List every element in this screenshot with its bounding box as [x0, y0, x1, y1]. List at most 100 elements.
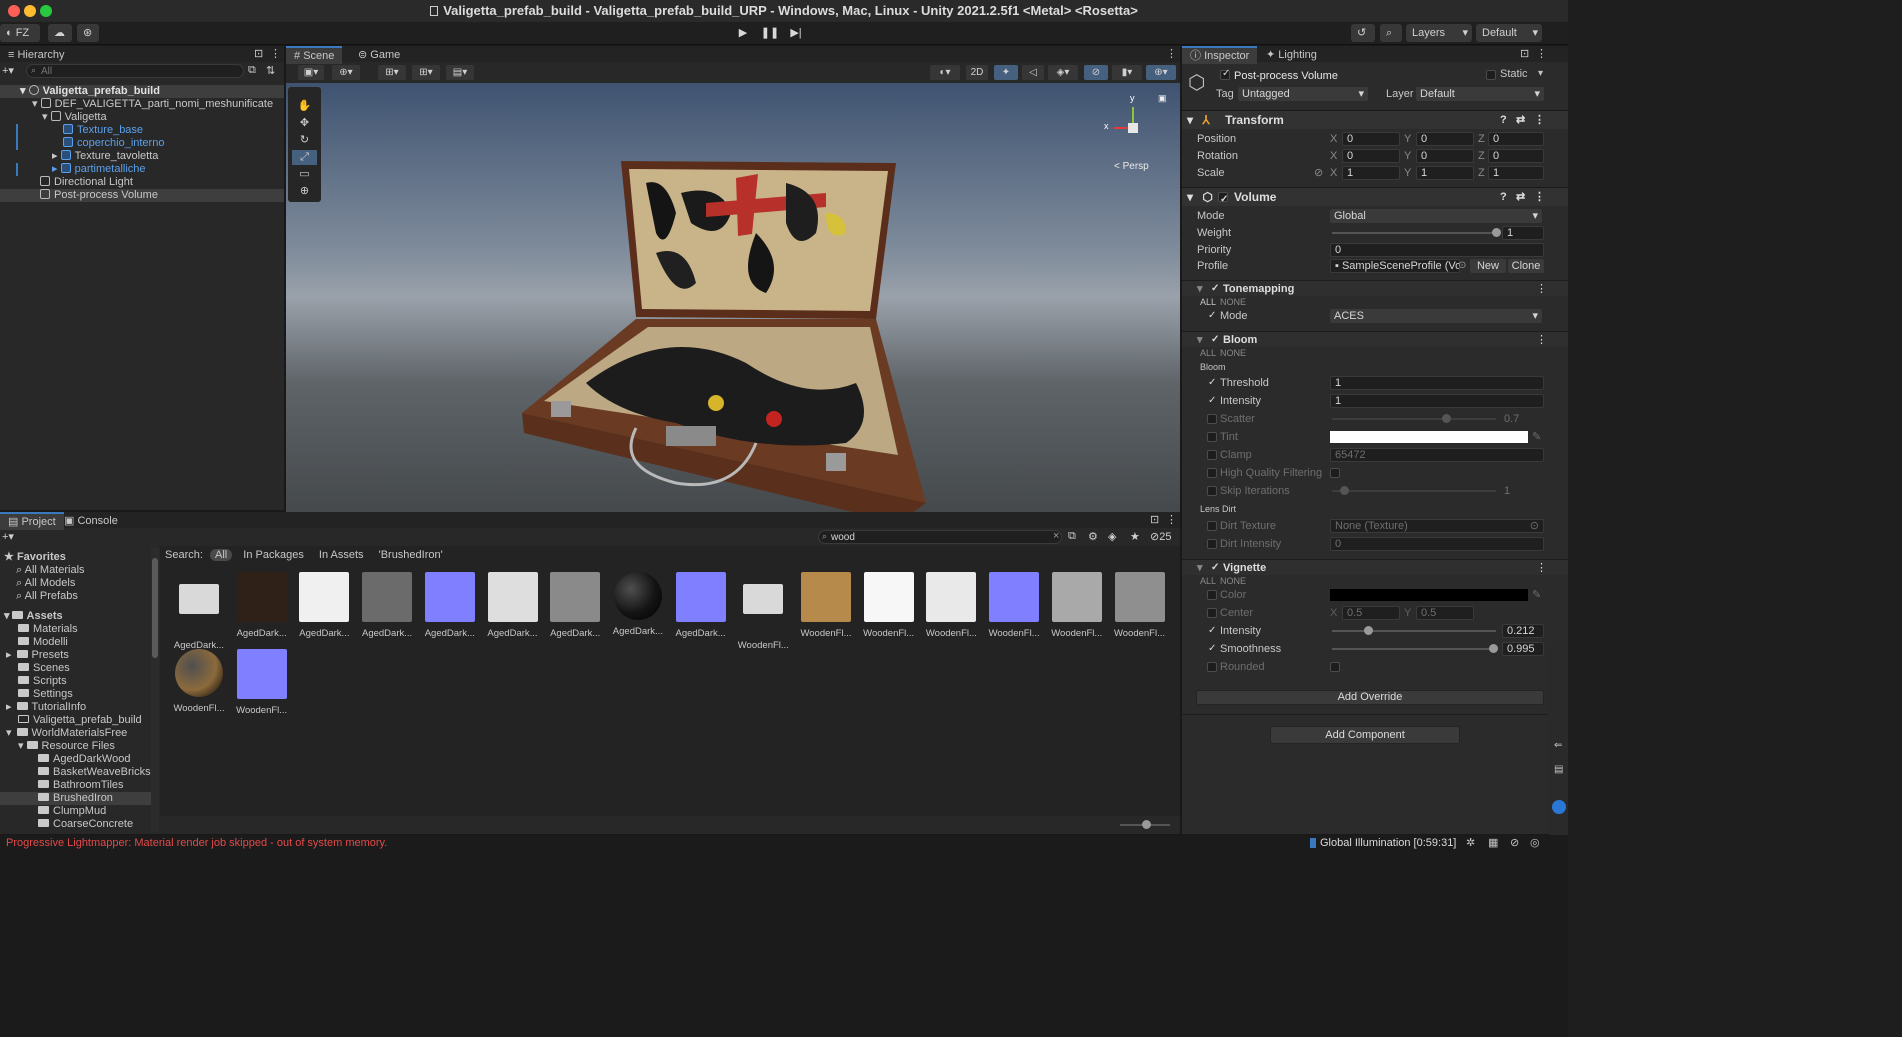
add-override-button[interactable]: Add Override [1196, 690, 1544, 705]
help-icon[interactable]: ? [1500, 188, 1507, 207]
hierarchy-item[interactable]: ▾ DEF_VALIGETTA_parti_nomi_meshunificate [0, 98, 284, 111]
scene-visibility-icon[interactable]: ⧉ [248, 64, 256, 77]
filter-label-icon[interactable]: ◈ [1108, 530, 1116, 543]
x-field[interactable]: 0 [1342, 132, 1400, 146]
select-none-button[interactable]: NONE [1220, 576, 1246, 586]
hierarchy-item[interactable]: Directional Light [0, 176, 284, 189]
tab-console[interactable]: ▣ Console [56, 512, 126, 530]
scene-viewport[interactable]: y x < Persp ▣ [286, 83, 1180, 512]
collab-button[interactable]: ⊛ [77, 24, 99, 42]
kebab-menu-icon[interactable]: ⋮ [1534, 188, 1545, 207]
hierarchy-search-input[interactable] [26, 64, 244, 78]
hierarchy-item[interactable]: ▾ Valigetta [0, 111, 284, 124]
override-checkbox[interactable] [1207, 432, 1217, 442]
step-button[interactable]: ▶| [785, 26, 807, 41]
override-checkbox[interactable] [1207, 662, 1217, 672]
kebab-menu-icon[interactable]: ⋮ [1166, 513, 1177, 526]
folder-item[interactable]: Modelli [0, 636, 152, 649]
override-checkbox[interactable] [1207, 468, 1217, 478]
kebab-menu-icon[interactable]: ⋮ [1166, 47, 1177, 60]
pivot-dropdown[interactable]: ⊕▾ [332, 65, 360, 80]
asset-item[interactable]: AgedDark... [423, 572, 477, 639]
static-checkbox[interactable] [1486, 70, 1496, 80]
tab-hierarchy[interactable]: ≡ Hierarchy [0, 46, 73, 64]
audio-toggle[interactable]: ◁ [1022, 65, 1044, 80]
move-tool[interactable]: ✥ [292, 116, 317, 131]
close-window-button[interactable] [8, 5, 20, 17]
override-checkbox[interactable] [1207, 450, 1217, 460]
y-field[interactable]: 0 [1416, 132, 1474, 146]
vignette-enabled-checkbox[interactable] [1210, 560, 1220, 576]
history-button[interactable]: ↺ [1351, 24, 1375, 42]
hidden-packages-icon[interactable]: ⊘25 [1150, 530, 1171, 543]
asset-item[interactable]: AgedDark... [611, 572, 665, 637]
select-all-button[interactable]: ALL [1200, 297, 1216, 307]
layers-dropdown[interactable]: Layers ▾ [1406, 24, 1472, 42]
asset-item[interactable]: AgedDark... [297, 572, 351, 639]
vignette-color-swatch[interactable] [1330, 589, 1528, 601]
select-all-button[interactable]: ALL [1200, 348, 1216, 358]
tool-handle-dropdown[interactable]: ▣▾ [298, 65, 324, 80]
x-field[interactable]: 0 [1342, 149, 1400, 163]
assets-header[interactable]: ▾ Assets [0, 610, 152, 623]
override-checkbox[interactable] [1207, 641, 1217, 657]
asset-item[interactable]: AgedDark... [674, 572, 728, 639]
tab-inspector[interactable]: ⓘ Inspector [1182, 46, 1258, 64]
override-checkbox[interactable] [1207, 375, 1217, 391]
transform-component-header[interactable]: ▾ ⅄ Transform ? ⇄ ⋮ [1182, 110, 1568, 129]
skip-slider-track[interactable] [1332, 490, 1496, 492]
vignette-header[interactable]: ▾ Vignette ⋮ [1182, 559, 1568, 576]
shading-mode-dropdown[interactable]: ◐▾ [930, 65, 960, 80]
select-all-button[interactable]: ALL [1200, 576, 1216, 586]
kebab-menu-icon[interactable]: ⋮ [1536, 332, 1547, 348]
weight-slider-knob[interactable] [1492, 228, 1501, 237]
hierarchy-item[interactable]: coperchio_interno [0, 137, 284, 150]
cloud-button[interactable]: ☁ [48, 24, 72, 42]
preset-icon[interactable]: ⇄ [1516, 188, 1525, 207]
asset-item[interactable]: WoodenFl... [172, 649, 226, 714]
scope-all[interactable]: All [209, 549, 233, 561]
hierarchy-item[interactable]: Texture_base [0, 124, 284, 137]
volume-component-header[interactable]: ▾ ⬡ Volume ? ⇄ ⋮ [1182, 187, 1568, 209]
hierarchy-item[interactable]: ▸ partimetalliche [0, 163, 284, 176]
gizmos-dropdown[interactable]: ⊕▾ [1146, 65, 1176, 80]
transform-tool[interactable]: ⊕ [292, 184, 317, 199]
volume-mode-dropdown[interactable]: Global ▾ [1330, 209, 1542, 223]
priority-field[interactable]: 0 [1330, 243, 1544, 257]
folder-item[interactable]: ▾ WorldMaterialsFree [0, 727, 152, 740]
favorite-item[interactable]: ⌕ All Materials [0, 564, 152, 577]
add-component-button[interactable]: Add Component [1270, 726, 1460, 744]
tonemapping-enabled-checkbox[interactable] [1210, 281, 1220, 297]
status-message[interactable]: Progressive Lightmapper: Material render… [6, 835, 387, 851]
perspective-label[interactable]: < Persp [1114, 161, 1149, 172]
layer-dropdown[interactable]: Default ▾ [1416, 87, 1544, 101]
smoothness-field[interactable]: 0.995 [1502, 642, 1544, 656]
asset-item[interactable]: WoodenFl... [1050, 572, 1104, 639]
center-x-field[interactable]: 0.5 [1342, 606, 1400, 620]
vignette-intensity-knob[interactable] [1364, 626, 1373, 635]
active-checkbox[interactable] [1220, 68, 1230, 80]
help-icon[interactable]: ? [1500, 111, 1507, 130]
debug-icon[interactable]: ✲ [1466, 835, 1475, 851]
asset-item[interactable]: WoodenFl... [799, 572, 853, 639]
override-checkbox[interactable] [1207, 623, 1217, 639]
scatter-slider-knob[interactable] [1442, 414, 1451, 423]
asset-item[interactable]: WoodenFl... [736, 572, 790, 651]
zoom-window-button[interactable] [40, 5, 52, 17]
bloom-intensity-field[interactable]: 1 [1330, 394, 1544, 408]
favorite-star-icon[interactable]: ★ [1130, 530, 1140, 543]
bloom-header[interactable]: ▾ Bloom ⋮ [1182, 331, 1568, 348]
override-checkbox[interactable] [1207, 590, 1217, 600]
folder-item[interactable]: ▸ Presets [0, 649, 152, 662]
new-profile-button[interactable]: New [1470, 259, 1506, 273]
skip-slider-knob[interactable] [1340, 486, 1349, 495]
object-picker-icon[interactable]: ⊙ [1458, 258, 1466, 274]
tonemapping-mode-dropdown[interactable]: ACES ▾ [1330, 309, 1542, 323]
asset-item[interactable]: WoodenFl... [862, 572, 916, 639]
override-checkbox[interactable] [1207, 308, 1217, 324]
y-field[interactable]: 0 [1416, 149, 1474, 163]
scrollbar-thumb[interactable] [152, 558, 158, 658]
z-field[interactable]: 0 [1488, 149, 1544, 163]
scale-tool[interactable]: ⤢ [292, 150, 317, 165]
asset-item[interactable]: AgedDark... [548, 572, 602, 639]
